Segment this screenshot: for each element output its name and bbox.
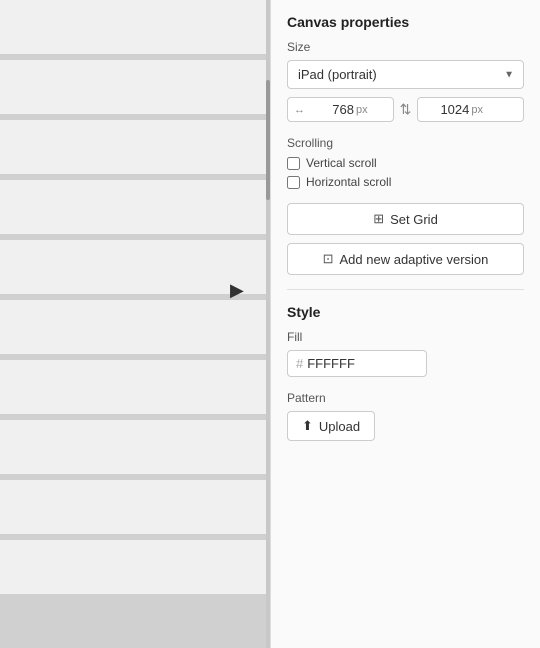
height-unit: px (471, 104, 483, 116)
canvas-strip-3 (0, 120, 270, 180)
size-dropdown-wrapper[interactable]: iPad (portrait) iPad (landscape) iPhone … (287, 60, 524, 89)
canvas-strip-9 (0, 480, 270, 540)
width-input[interactable] (309, 102, 354, 117)
fill-input[interactable] (307, 356, 387, 371)
canvas-strip-5 (0, 240, 270, 300)
set-grid-label: Set Grid (390, 212, 438, 227)
horizontal-scroll-checkbox[interactable] (287, 176, 300, 189)
canvas-scrollbar-thumb[interactable] (266, 80, 270, 200)
canvas-strip-10 (0, 540, 270, 600)
fill-label: Fill (287, 330, 524, 344)
canvas-strip-1 (0, 0, 270, 60)
style-title: Style (287, 304, 524, 320)
divider (287, 289, 524, 290)
horizontal-scroll-label: Horizontal scroll (306, 175, 391, 189)
properties-panel: Canvas properties Size iPad (portrait) i… (270, 0, 540, 648)
width-arrow-icon: ↔ (294, 104, 305, 116)
style-section: Style Fill # Pattern ⬆ Upload (287, 304, 524, 441)
canvas-strip-8 (0, 420, 270, 480)
vertical-scroll-label: Vertical scroll (306, 156, 377, 170)
canvas-strip-6 (0, 300, 270, 360)
horizontal-scroll-row: Horizontal scroll (287, 175, 524, 189)
upload-icon: ⬆ (302, 418, 313, 434)
grid-icon: ⊞ (373, 211, 384, 227)
dimension-row: ↔ px ⇅ px (287, 97, 524, 122)
fill-hash: # (296, 356, 303, 371)
vertical-scroll-checkbox[interactable] (287, 157, 300, 170)
vertical-scroll-row: Vertical scroll (287, 156, 524, 170)
canvas-strip-2 (0, 60, 270, 120)
add-adaptive-label: Add new adaptive version (340, 252, 489, 267)
scrolling-label: Scrolling (287, 136, 524, 150)
canvas-scrollbar[interactable] (266, 0, 270, 648)
width-unit: px (356, 104, 368, 116)
pattern-label: Pattern (287, 391, 524, 405)
set-grid-button[interactable]: ⊞ Set Grid (287, 203, 524, 235)
canvas-strip-4 (0, 180, 270, 240)
width-input-wrap[interactable]: ↔ px (287, 97, 394, 122)
size-label: Size (287, 40, 524, 54)
canvas-properties-title: Canvas properties (287, 14, 524, 30)
upload-label: Upload (319, 419, 360, 434)
canvas-strip-7 (0, 360, 270, 420)
fill-input-wrap[interactable]: # (287, 350, 427, 377)
add-adaptive-button[interactable]: ⊡ Add new adaptive version (287, 243, 524, 275)
swap-icon[interactable]: ⇅ (400, 101, 412, 118)
canvas-area: ▶ (0, 0, 270, 648)
height-input-wrap[interactable]: px (417, 97, 524, 122)
adaptive-icon: ⊡ (323, 251, 334, 267)
size-dropdown[interactable]: iPad (portrait) iPad (landscape) iPhone … (287, 60, 524, 89)
scrolling-section: Scrolling Vertical scroll Horizontal scr… (287, 136, 524, 189)
upload-button[interactable]: ⬆ Upload (287, 411, 375, 441)
height-input[interactable] (424, 102, 469, 117)
